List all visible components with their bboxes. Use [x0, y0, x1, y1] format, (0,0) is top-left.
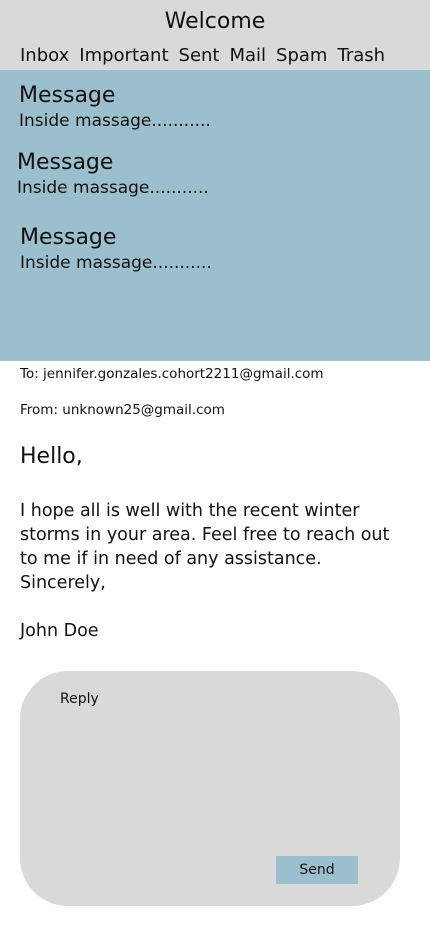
email-greeting: Hello,: [20, 444, 83, 469]
nav-item-sent[interactable]: Sent: [179, 43, 220, 69]
reply-textarea[interactable]: Reply Send: [20, 671, 400, 906]
message-list: Message Inside massage........... Messag…: [0, 70, 430, 361]
message-preview: Inside massage...........: [19, 111, 211, 131]
message-subject: Message: [20, 225, 117, 250]
message-subject: Message: [19, 83, 116, 108]
email-signoff: Sincerely,: [20, 573, 106, 593]
nav-item-trash[interactable]: Trash: [337, 43, 385, 69]
message-preview: Inside massage...........: [17, 178, 209, 198]
email-body: I hope all is well with the recent winte…: [20, 501, 390, 569]
message-item[interactable]: Message Inside massage...........: [20, 224, 212, 274]
message-item[interactable]: Message Inside massage...........: [17, 149, 209, 199]
app-header: Welcome Inbox Important Sent Mail Spam T…: [0, 0, 430, 70]
nav-item-mail[interactable]: Mail: [229, 43, 266, 69]
send-button[interactable]: Send: [276, 856, 358, 884]
email-from-line: From: unknown25@gmail.com: [20, 402, 225, 418]
nav-item-important[interactable]: Important: [79, 43, 168, 69]
email-signature: John Doe: [20, 621, 99, 641]
reply-label: Reply: [60, 691, 99, 707]
nav-item-spam[interactable]: Spam: [276, 43, 327, 69]
mail-nav: Inbox Important Sent Mail Spam Trash: [20, 43, 385, 69]
page-title: Welcome: [164, 9, 266, 34]
message-preview: Inside massage...........: [20, 253, 212, 273]
nav-item-inbox[interactable]: Inbox: [20, 43, 69, 69]
message-item[interactable]: Message Inside massage...........: [19, 82, 211, 132]
message-subject: Message: [17, 150, 114, 175]
email-to-line: To: jennifer.gonzales.cohort2211@gmail.c…: [20, 366, 324, 382]
